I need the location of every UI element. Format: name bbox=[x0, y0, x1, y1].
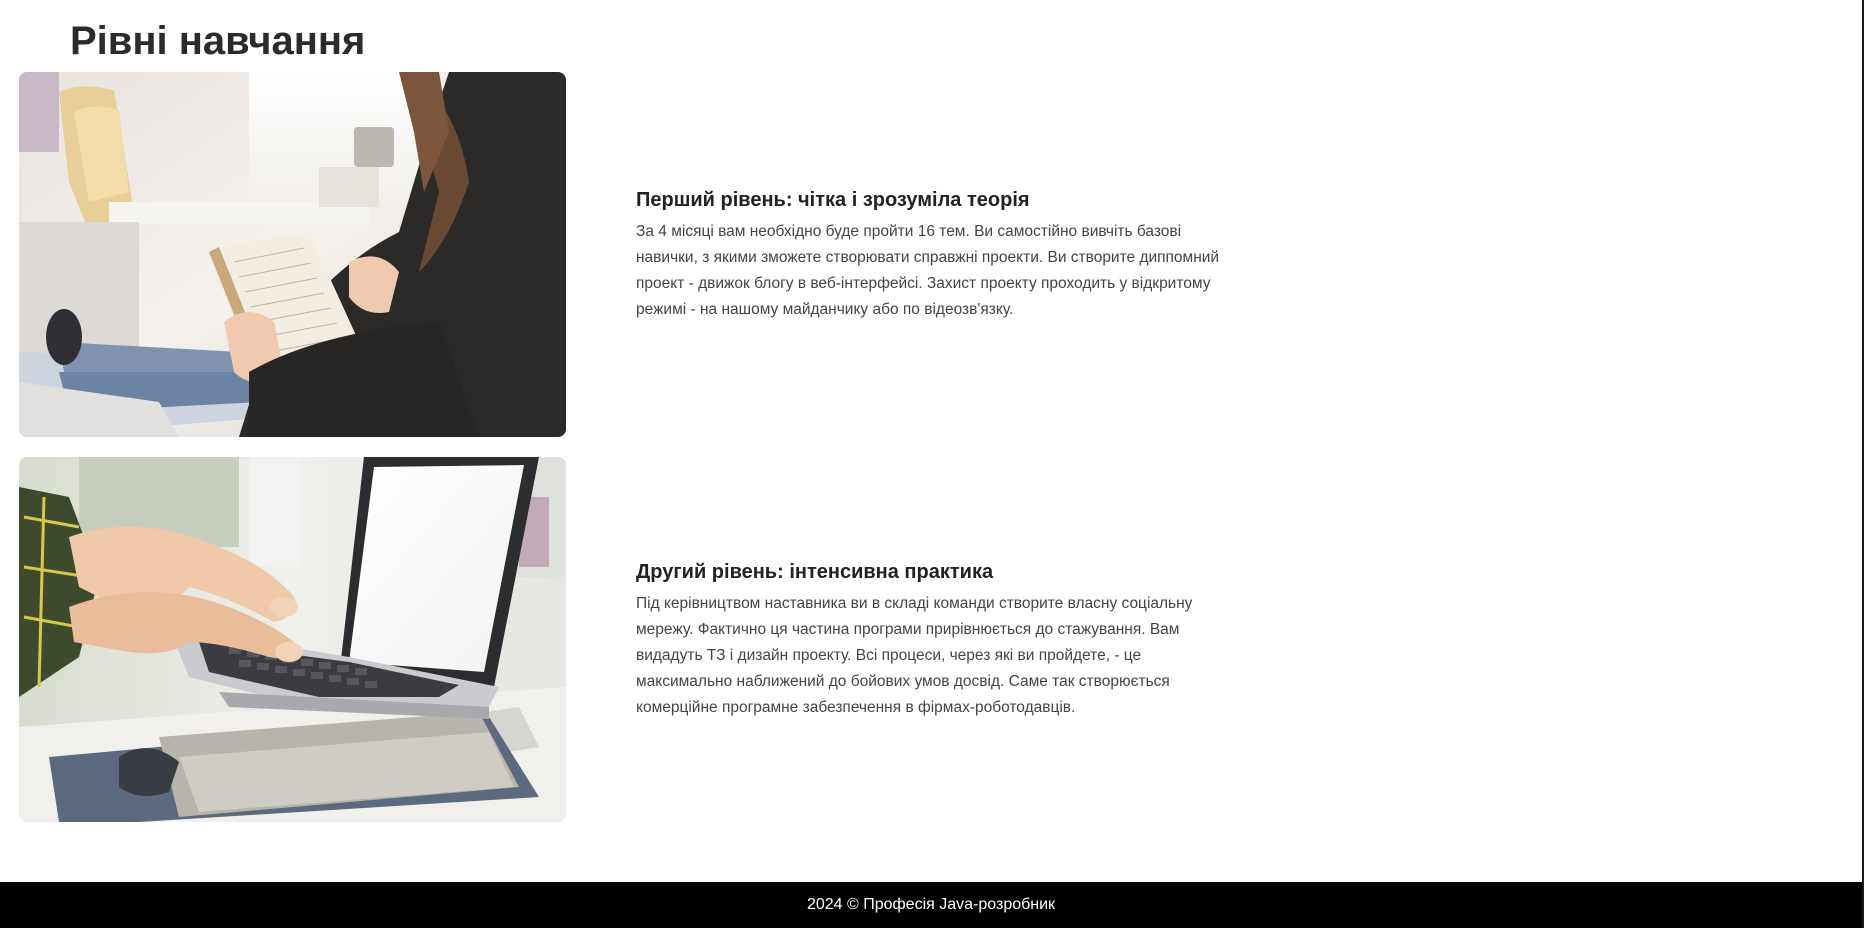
level-description: Під керівництвом наставника ви в складі … bbox=[636, 594, 1193, 716]
woman-reading-book-photo bbox=[19, 72, 566, 437]
footer: 2024 © Професія Java-розробник bbox=[0, 882, 1862, 928]
page: Рівні навчання Перший рівень: чітка і зр… bbox=[0, 0, 1864, 928]
footer-copyright: 2024 © Професія Java-розробник bbox=[806, 896, 1056, 913]
level-title: Перший рівень: чітка і зрозуміла теорія bbox=[636, 188, 1030, 211]
level-card-1: Перший рівень: чітка і зрозуміла теорія … bbox=[19, 72, 1839, 437]
level-text-1: Перший рівень: чітка і зрозуміла теорія … bbox=[636, 187, 1236, 323]
level-text-2: Другий рівень: інтенсивна практика Під к… bbox=[636, 559, 1236, 721]
level-description: За 4 місяці вам необхідно буде пройти 16… bbox=[636, 222, 1220, 318]
page-title: Рівні навчання bbox=[70, 19, 366, 63]
hands-typing-laptop-photo bbox=[19, 457, 566, 822]
level-card-2: Другий рівень: інтенсивна практика Під к… bbox=[19, 457, 1839, 822]
level-title: Другий рівень: інтенсивна практика bbox=[636, 560, 994, 583]
